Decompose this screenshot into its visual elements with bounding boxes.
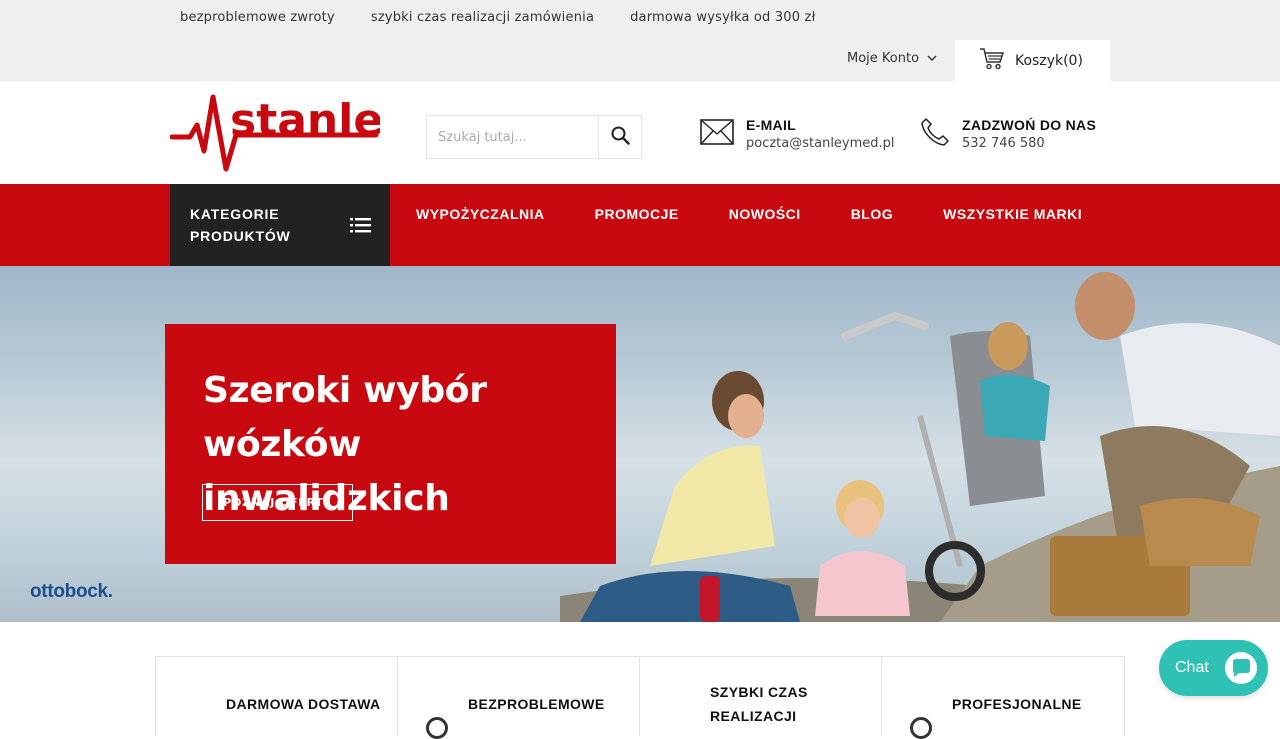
account-label: Moje Konto — [847, 51, 920, 66]
email-value[interactable]: poczta@stanleymed.pl — [746, 136, 895, 151]
feature-icon — [426, 717, 448, 739]
feature-professional: PROFESJONALNE — [882, 657, 1124, 739]
feature-title: SZYBKI CZAS — [710, 684, 808, 700]
chat-bubble-icon — [1224, 651, 1258, 689]
search-icon — [611, 126, 630, 149]
promo-box: Szeroki wybór wózków inwalidzkich POZNAJ… — [165, 324, 616, 564]
perk-fast-delivery: szybki czas realizacji zamówienia — [370, 10, 595, 25]
cart-count: (0) — [1063, 52, 1083, 69]
feature-title: BEZPROBLEMOWE — [468, 696, 605, 712]
feature-title-line2: REALIZACJI — [710, 708, 797, 724]
search-button[interactable] — [598, 116, 641, 158]
phone-title: ZADZWOŃ DO NAS — [962, 117, 1097, 133]
phone-icon — [920, 117, 950, 151]
email-title: E-MAIL — [746, 117, 797, 133]
promo-headline-line1: Szeroki wybór — [203, 370, 487, 411]
chat-label: Chat — [1175, 659, 1209, 676]
chevron-down-icon — [927, 55, 937, 65]
perk-returns: bezproblemowe zwroty — [180, 10, 335, 25]
cart-icon — [979, 47, 1005, 75]
phone-value[interactable]: 532 746 580 — [962, 136, 1096, 151]
chat-widget-button[interactable]: Chat — [1159, 640, 1268, 696]
perk-free-shipping: darmowa wysyłka od 300 zł — [630, 10, 816, 25]
search-box — [426, 115, 642, 159]
nav-link-all-brands[interactable]: WSZYSTKIE MARKI — [943, 206, 1082, 222]
hero-photo — [560, 272, 1280, 622]
envelope-icon — [700, 119, 734, 149]
ottobock-logo: ottobock. — [30, 581, 113, 602]
see-offer-button[interactable]: POZNAJ OFERTĘ — [202, 484, 353, 521]
feature-title: DARMOWA DOSTAWA — [226, 696, 381, 712]
nav-link-rental[interactable]: WYPOŻYCZALNIA — [416, 206, 545, 222]
top-bar: bezproblemowe zwroty szybki czas realiza… — [0, 0, 1280, 81]
nav-links: WYPOŻYCZALNIA PROMOCJE NOWOŚCI BLOG WSZY… — [416, 206, 1082, 222]
feature-free-delivery: DARMOWA DOSTAWA — [156, 657, 398, 736]
features-strip: DARMOWA DOSTAWA BEZPROBLEMOWE SZYBKI CZA… — [155, 656, 1125, 739]
logo-text: stanley — [230, 95, 380, 146]
main-nav: KATEGORIE PRODUKTÓW WYPOŻYCZALNIA PROMOC… — [0, 184, 1280, 266]
nav-link-blog[interactable]: BLOG — [851, 206, 893, 222]
hero-banner[interactable]: Szeroki wybór wózków inwalidzkich POZNAJ… — [0, 266, 1280, 622]
account-dropdown[interactable]: Moje Konto — [847, 51, 937, 66]
nav-link-promotions[interactable]: PROMOCJE — [595, 206, 679, 222]
nav-link-new[interactable]: NOWOŚCI — [729, 206, 801, 222]
perks-list: bezproblemowe zwroty szybki czas realiza… — [180, 10, 815, 25]
feature-easy-returns: BEZPROBLEMOWE — [398, 657, 640, 739]
feature-title: PROFESJONALNE — [952, 696, 1082, 712]
email-contact[interactable]: E-MAIL poczta@stanleymed.pl — [700, 117, 895, 151]
feature-icon — [910, 717, 932, 739]
stanley-logo[interactable]: stanley — [169, 91, 412, 173]
feature-fast-fulfilment: SZYBKI CZAS REALIZACJI — [640, 657, 882, 736]
search-input[interactable] — [427, 116, 598, 158]
phone-contact[interactable]: ZADZWOŃ DO NAS 532 746 580 — [920, 117, 1096, 151]
list-menu-icon — [350, 217, 371, 239]
cart-label: Koszyk — [1015, 52, 1064, 69]
categories-menu-button[interactable]: KATEGORIE PRODUKTÓW — [170, 184, 390, 266]
site-header: stanley E-MAIL poczta@stanleymed.pl ZADZ… — [0, 81, 1280, 184]
cart-button[interactable]: Koszyk(0) — [955, 40, 1110, 81]
